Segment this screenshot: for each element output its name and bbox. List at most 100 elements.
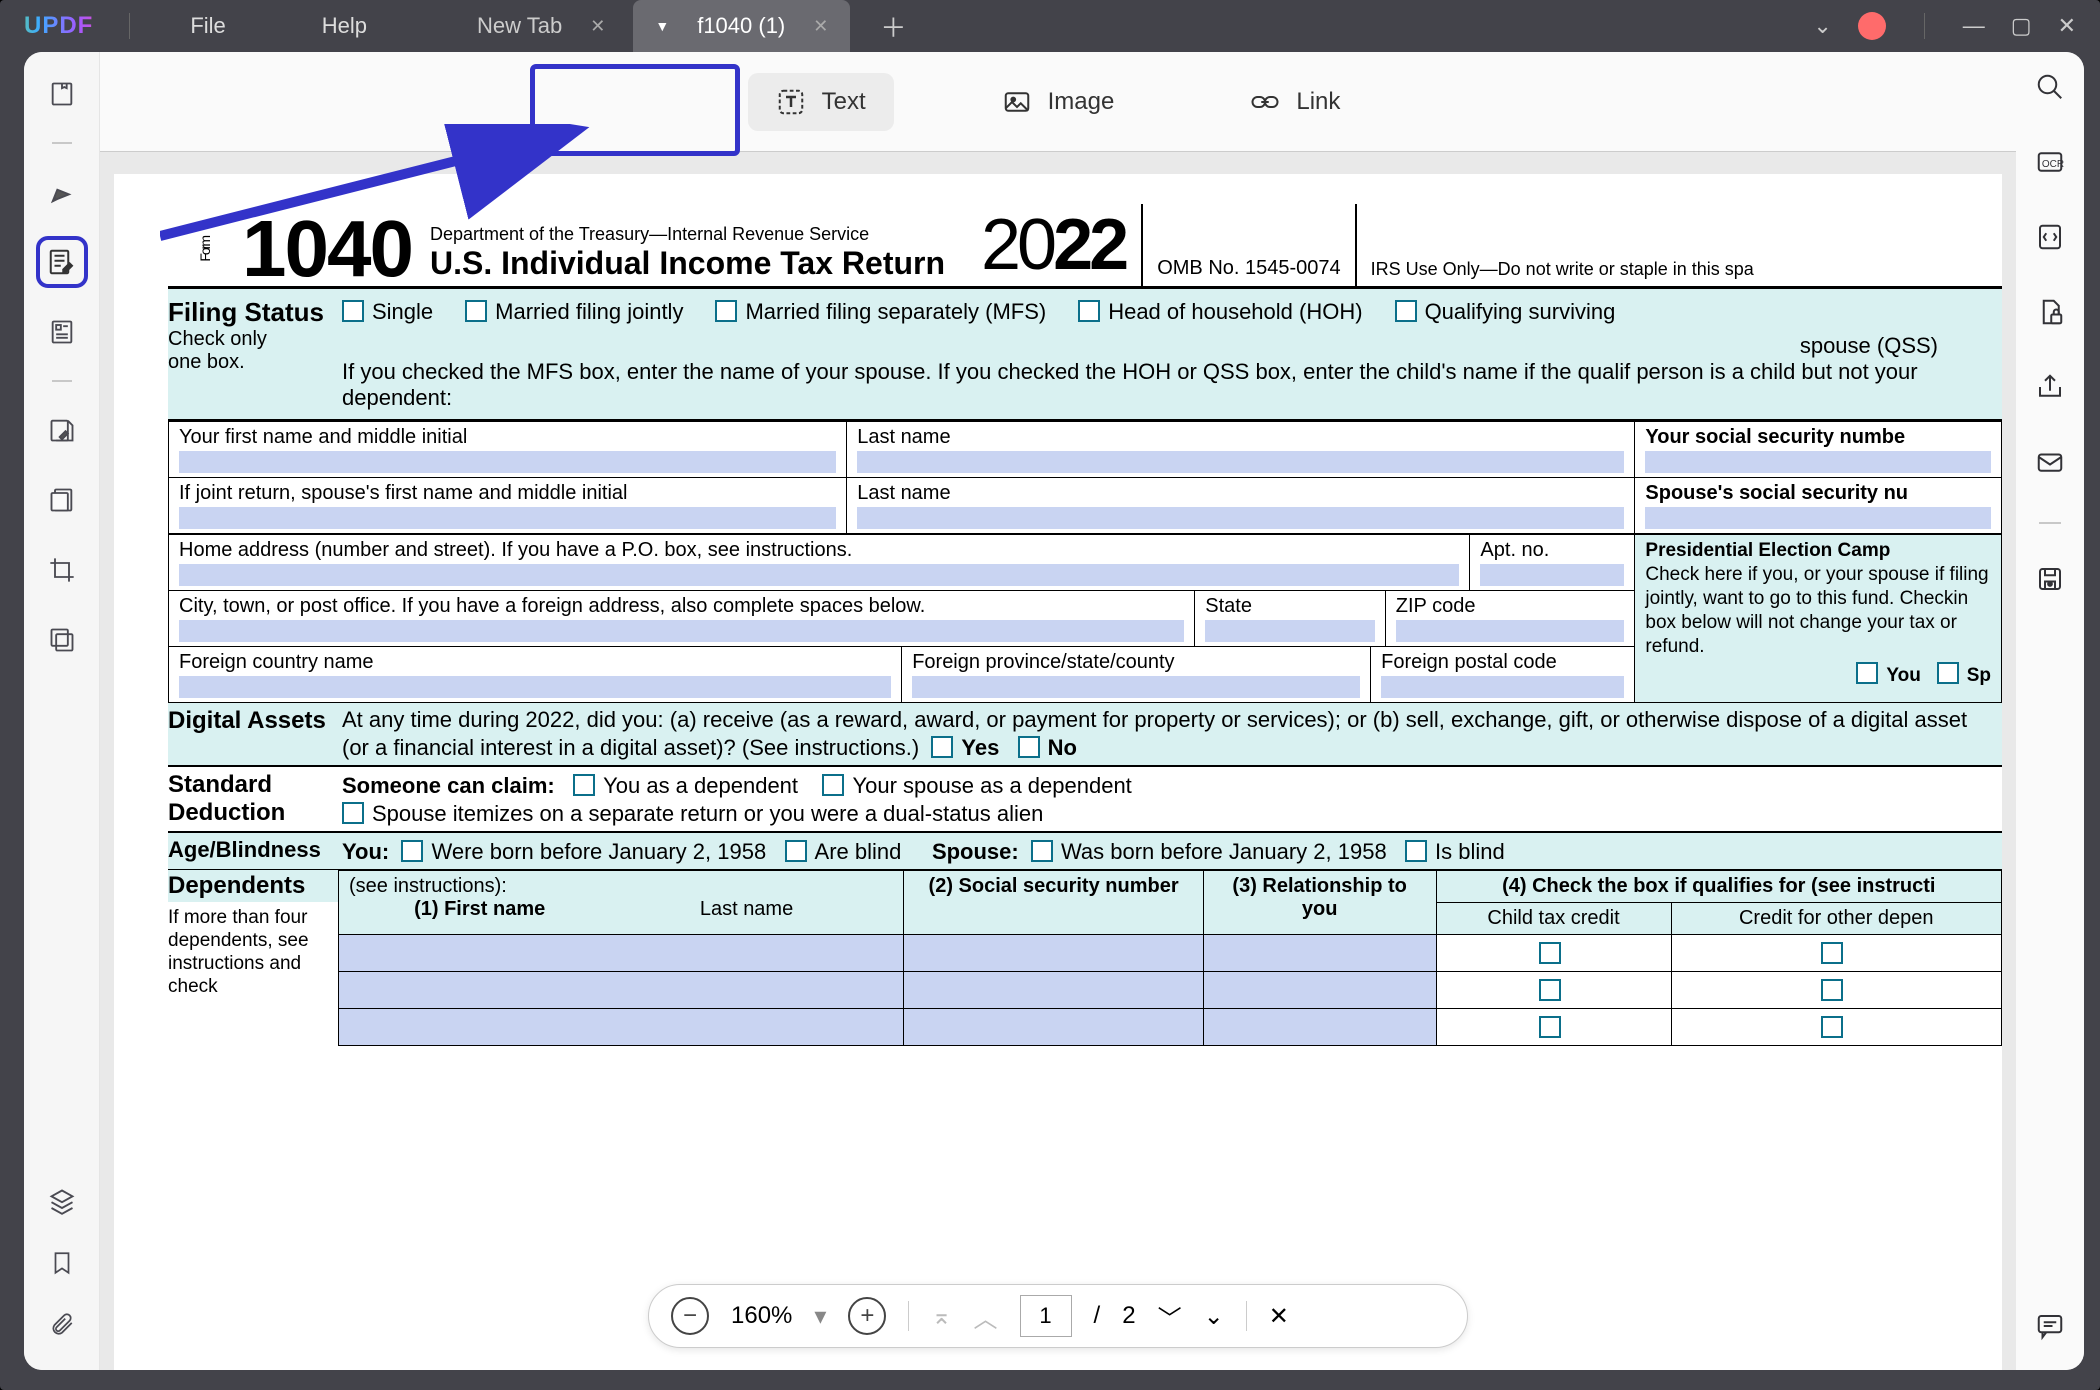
checkbox-dep2-odc[interactable]	[1821, 979, 1843, 1001]
zoom-dropdown-icon[interactable]: ▾	[814, 1302, 826, 1331]
separator	[129, 13, 130, 39]
checkbox-digital-no[interactable]	[1018, 736, 1040, 758]
first-page-button[interactable]: ⌅	[931, 1302, 951, 1331]
tab-new[interactable]: New Tab ✕	[455, 0, 627, 52]
layers-icon[interactable]	[48, 1187, 76, 1220]
zoom-level[interactable]: 160%	[731, 1302, 792, 1330]
foreign-country-field[interactable]	[179, 676, 891, 698]
attachment-icon[interactable]	[49, 1311, 75, 1342]
save-icon[interactable]	[2035, 564, 2065, 599]
checkbox-mfj[interactable]	[465, 300, 487, 322]
bookmark-icon[interactable]	[49, 1250, 75, 1281]
dep-row-3-rel[interactable]	[1203, 1009, 1436, 1046]
text-tool-button[interactable]: Text	[748, 73, 894, 131]
last-page-button[interactable]: ⌄	[1204, 1302, 1224, 1331]
dep-row-2-name[interactable]	[339, 972, 904, 1009]
last-name-field[interactable]	[857, 451, 1624, 473]
checkbox-single[interactable]	[342, 300, 364, 322]
checkbox-dep1-ctc[interactable]	[1539, 942, 1561, 964]
protect-icon[interactable]	[2035, 297, 2065, 332]
organize-tool-icon[interactable]	[40, 408, 84, 452]
comment-tool-icon[interactable]	[40, 170, 84, 214]
close-icon[interactable]: ✕	[813, 16, 828, 37]
dep-row-2-ssn[interactable]	[904, 972, 1203, 1009]
address-field[interactable]	[179, 564, 1459, 586]
share-icon[interactable]	[2035, 372, 2065, 407]
checkbox-dep3-odc[interactable]	[1821, 1016, 1843, 1038]
form-tool-icon[interactable]	[40, 310, 84, 354]
reader-tool-icon[interactable]	[40, 72, 84, 116]
prev-page-button[interactable]: ︿	[974, 1299, 998, 1334]
foreign-province-field[interactable]	[912, 676, 1360, 698]
checkbox-sp-blind[interactable]	[1405, 840, 1427, 862]
city-field[interactable]	[179, 620, 1184, 642]
email-icon[interactable]	[2035, 447, 2065, 482]
zoom-out-button[interactable]: −	[671, 1297, 709, 1335]
redact-tool-icon[interactable]	[40, 618, 84, 662]
checkbox-qss[interactable]	[1395, 300, 1417, 322]
next-page-button[interactable]: ﹀	[1158, 1299, 1182, 1334]
checkbox-spouse-itemize[interactable]	[342, 802, 364, 824]
spouse-first-field[interactable]	[179, 507, 836, 529]
tool-label: Text	[822, 88, 866, 116]
convert-icon[interactable]	[2035, 222, 2065, 257]
dep-row-1-name[interactable]	[339, 935, 904, 972]
checkbox-hoh[interactable]	[1078, 300, 1100, 322]
dependents-note: If more than four dependents, see instru…	[168, 902, 338, 998]
menu-file[interactable]: File	[142, 13, 273, 39]
checkbox-you-born[interactable]	[401, 840, 423, 862]
window-close[interactable]: ✕	[2058, 13, 2076, 39]
foreign-postal-field[interactable]	[1381, 676, 1624, 698]
zoom-in-button[interactable]: +	[848, 1297, 886, 1335]
close-icon[interactable]: ✕	[590, 16, 605, 37]
tab-dropdown-icon[interactable]: ▼	[655, 18, 669, 34]
checkbox-sp-born[interactable]	[1031, 840, 1053, 862]
window-maximize[interactable]: ▢	[2011, 13, 2032, 39]
state-field[interactable]	[1205, 620, 1375, 642]
link-tool-button[interactable]: Link	[1222, 73, 1368, 131]
tab-document[interactable]: ▼ f1040 (1) ✕	[633, 0, 850, 52]
spouse-ssn-field[interactable]	[1645, 507, 1991, 529]
checkbox-you-dep[interactable]	[573, 774, 595, 796]
dep-row-1-rel[interactable]	[1203, 935, 1436, 972]
checkbox-pec-you[interactable]	[1856, 662, 1878, 684]
search-icon[interactable]	[2035, 72, 2065, 107]
checkbox-pec-spouse[interactable]	[1937, 662, 1959, 684]
dep-row-1-ssn[interactable]	[904, 935, 1203, 972]
checkbox-mfs[interactable]	[715, 300, 737, 322]
checkbox-spouse-dep[interactable]	[822, 774, 844, 796]
dep-row-2-rel[interactable]	[1203, 972, 1436, 1009]
checkbox-digital-yes[interactable]	[931, 736, 953, 758]
menu-help[interactable]: Help	[274, 13, 415, 39]
dep-row-3-ssn[interactable]	[904, 1009, 1203, 1046]
irs-use-only: IRS Use Only—Do not write or staple in t…	[1357, 259, 1754, 286]
ssn-field[interactable]	[1645, 451, 1991, 473]
chevron-down-icon[interactable]: ⌄	[1813, 13, 1831, 39]
spouse-last-field[interactable]	[857, 507, 1624, 529]
checkbox-you-blind[interactable]	[785, 840, 807, 862]
close-bar-button[interactable]: ✕	[1269, 1302, 1289, 1331]
digital-assets-heading: Digital Assets	[168, 707, 326, 734]
dep-row-3-name[interactable]	[339, 1009, 904, 1046]
zip-field[interactable]	[1396, 620, 1625, 642]
image-tool-button[interactable]: Image	[974, 73, 1143, 131]
pdf-page[interactable]: Form1040 Department of the Treasury—Inte…	[114, 174, 2002, 1370]
apt-field[interactable]	[1480, 564, 1624, 586]
edit-tool-icon[interactable]	[40, 240, 84, 284]
annotation-arrow	[160, 124, 600, 244]
account-avatar[interactable]	[1858, 12, 1886, 40]
checkbox-dep3-ctc[interactable]	[1539, 1016, 1561, 1038]
page-input[interactable]	[1020, 1295, 1072, 1337]
comments-panel-icon[interactable]	[2035, 1311, 2065, 1346]
pages-tool-icon[interactable]	[40, 478, 84, 522]
new-tab-button[interactable]: ＋	[870, 8, 916, 45]
ocr-icon[interactable]: OCR	[2035, 147, 2065, 182]
checkbox-dep1-odc[interactable]	[1821, 942, 1843, 964]
first-name-field[interactable]	[179, 451, 836, 473]
app-logo: UPDF	[0, 12, 117, 40]
checkbox-dep2-ctc[interactable]	[1539, 979, 1561, 1001]
window-minimize[interactable]: —	[1963, 13, 1985, 39]
crop-tool-icon[interactable]	[40, 548, 84, 592]
tab-label: New Tab	[477, 13, 562, 39]
page-navigation-bar: − 160% ▾ + ⌅ ︿ / 2 ﹀ ⌄ ✕	[648, 1284, 1468, 1348]
